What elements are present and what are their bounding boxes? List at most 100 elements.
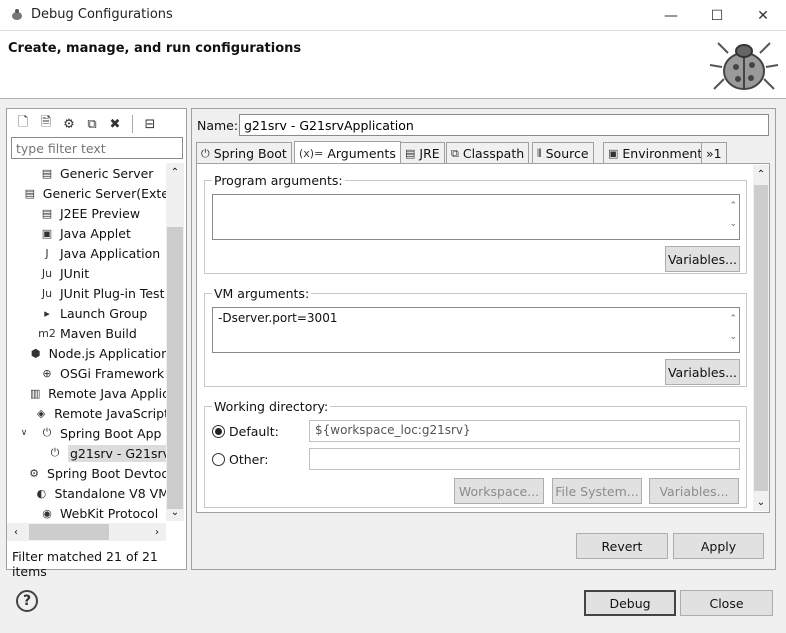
program-arguments-title: Program arguments: (212, 173, 345, 188)
maximize-button[interactable]: ☐ (694, 0, 740, 31)
tab-spring-boot[interactable]: ⏻ Spring Boot (196, 142, 292, 164)
editor-vertical-scrollbar[interactable]: ⌃ ⌄ (753, 165, 769, 511)
default-radio-row[interactable]: Default: (212, 421, 279, 441)
tree-item-label: g21srv - G21srvA (68, 444, 169, 462)
tree-item[interactable]: ∨ ⏻ Spring Boot App (7, 423, 169, 443)
name-label: Name: (197, 118, 239, 133)
vm-arguments-group: VM arguments: -Dserver.port=3001 ⌃ ⌄ Vari… (204, 286, 747, 387)
scroll-down-arrow-icon[interactable]: ⌄ (166, 503, 184, 521)
default-directory-value: ${workspace_loc:g21srv} (315, 423, 471, 437)
scroll-up-arrow-icon[interactable]: ⌃ (166, 163, 184, 181)
scrollbar-thumb[interactable] (754, 185, 768, 491)
tree-item[interactable]: ⊕ OSGi Framework (7, 363, 169, 383)
program-variables-button[interactable]: Variables... (665, 246, 740, 272)
tab-classpath[interactable]: ⧉ Classpath (446, 142, 530, 164)
arguments-icon: (x)= (299, 147, 324, 160)
window-title: Debug Configurations (31, 7, 173, 22)
tree-horizontal-scrollbar[interactable]: ‹ › (7, 523, 166, 541)
tab-source[interactable]: ⫴ Source (532, 142, 594, 164)
osgi-icon: ⊕ (42, 366, 52, 380)
scroll-up-arrow-icon[interactable]: ⌃ (753, 165, 769, 183)
export-icon[interactable]: ⚙ (59, 114, 79, 134)
tree-item-label: Generic Server (60, 165, 154, 181)
close-window-button[interactable]: ✕ (740, 0, 786, 31)
other-radio[interactable] (212, 452, 225, 466)
tab-label: Source (545, 146, 589, 161)
scroll-left-arrow-icon[interactable]: ‹ (7, 523, 25, 541)
tree-item[interactable]: ⬢ Node.js Application (7, 343, 169, 363)
working-directory-group: Working directory: Default: ${workspace_… (204, 399, 747, 508)
tab-environment[interactable]: ▣ Environment (603, 142, 708, 164)
header-title: Create, manage, and run configurations (8, 41, 302, 56)
tree-item[interactable]: ▸ Launch Group (7, 303, 169, 323)
scroll-right-arrow-icon[interactable]: › (148, 523, 166, 541)
new-prototype-icon[interactable]: 🗎 (36, 114, 56, 134)
tree-vertical-scrollbar[interactable]: ⌃ ⌄ (166, 163, 184, 521)
webkit-icon: ◉ (42, 506, 52, 520)
vm-variables-button[interactable]: Variables... (665, 359, 740, 385)
tree-item[interactable]: Ju JUnit (7, 263, 169, 283)
configuration-editor-panel: Name: ⏻Spring Boot(x)=Arguments▤JRE⧉Clas… (191, 108, 776, 570)
vm-arguments-title: VM arguments: (212, 286, 312, 301)
tree-item-label: Node.js Application (48, 345, 169, 361)
server-icon: ▤ (41, 166, 53, 180)
revert-button[interactable]: Revert (576, 533, 668, 559)
minimize-button[interactable]: — (648, 0, 694, 31)
tree-item[interactable]: ▤ J2EE Preview (7, 203, 169, 223)
bug-icon (709, 42, 779, 90)
other-radio-row[interactable]: Other: (212, 449, 268, 469)
tree-item[interactable]: ⏻ g21srv - G21srvA (7, 443, 169, 463)
collapse-all-icon[interactable]: ⊟ (140, 114, 160, 134)
tree-item[interactable]: Ju JUnit Plug-in Test (7, 283, 169, 303)
default-label: Default: (229, 423, 279, 439)
tree-item-label: Spring Boot Devtoo (47, 465, 169, 481)
remote-java-icon: ▥ (29, 386, 41, 400)
filter-input[interactable] (11, 137, 183, 159)
working-variables-button[interactable]: Variables... (649, 478, 739, 504)
tree-item-label: Remote JavaScript (54, 405, 169, 421)
program-arguments-field[interactable]: ⌃ ⌄ (212, 194, 740, 240)
name-field[interactable] (239, 114, 769, 136)
duplicate-icon[interactable]: ⧉ (82, 114, 102, 134)
configuration-tree: ▤ Generic Server ▤ Generic Server(Exte ▤ J2EE… (7, 163, 169, 521)
debug-button[interactable]: Debug (584, 590, 676, 616)
source-icon: ⫴ (537, 146, 542, 160)
tree-item[interactable]: J Java Application (7, 243, 169, 263)
java-app-icon: J (45, 246, 49, 260)
scrollbar-thumb[interactable] (29, 524, 109, 540)
tab-label: Environment (622, 146, 703, 161)
default-radio[interactable] (212, 424, 225, 438)
other-directory-field[interactable] (309, 448, 740, 470)
tree-item-label: Generic Server(Exte (42, 185, 169, 201)
vm-arguments-field[interactable]: -Dserver.port=3001 ⌃ ⌄ (212, 307, 740, 353)
workspace-button[interactable]: Workspace... (454, 478, 544, 504)
delete-icon[interactable]: ✖ (105, 114, 125, 134)
tree-item[interactable]: m2 Maven Build (7, 323, 169, 343)
tree-item-label: Maven Build (60, 325, 137, 341)
maven-icon: m2 (38, 326, 56, 340)
scrollbar-thumb[interactable] (167, 227, 183, 509)
new-config-icon[interactable]: 🗋 (13, 114, 33, 134)
server-icon: ▤ (24, 186, 35, 200)
tree-item[interactable]: ◉ WebKit Protocol (7, 503, 169, 521)
file-system-button[interactable]: File System... (552, 478, 642, 504)
tree-item[interactable]: ◈ Remote JavaScript (7, 403, 169, 423)
tree-item[interactable]: ⚙ Spring Boot Devtoo (7, 463, 169, 483)
help-icon[interactable]: ? (16, 590, 38, 612)
tab-1[interactable]: »1 (701, 142, 727, 164)
tree-item[interactable]: ▣ Java Applet (7, 223, 169, 243)
tree-item[interactable]: ◐ Standalone V8 VM (7, 483, 169, 503)
textarea-scroll-arrows-icon[interactable]: ⌃ ⌄ (729, 310, 737, 346)
expand-chevron-icon[interactable]: ∨ (17, 428, 31, 438)
dialog-header: Create, manage, and run configurations (0, 31, 786, 99)
tab-arguments[interactable]: (x)= Arguments (294, 141, 401, 165)
v8-icon: ◐ (36, 486, 47, 500)
apply-button[interactable]: Apply (673, 533, 764, 559)
tree-item[interactable]: ▥ Remote Java Applic (7, 383, 169, 403)
scroll-down-arrow-icon[interactable]: ⌄ (753, 493, 769, 511)
close-button[interactable]: Close (680, 590, 773, 616)
tab-jre[interactable]: ▤ JRE (400, 142, 445, 164)
textarea-scroll-arrows-icon[interactable]: ⌃ ⌄ (729, 197, 737, 233)
tree-item[interactable]: ▤ Generic Server(Exte (7, 183, 169, 203)
tree-item[interactable]: ▤ Generic Server (7, 163, 169, 183)
